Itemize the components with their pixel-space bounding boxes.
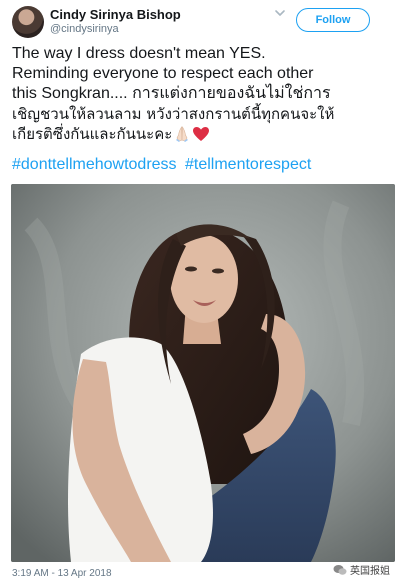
follow-button[interactable]: Follow	[296, 8, 370, 32]
tweet-timestamp[interactable]: 3:19 AM - 13 Apr 2018	[12, 568, 112, 579]
hashtags: #donttellmehowtodress #tellmentorespect	[12, 156, 315, 174]
display-name[interactable]: Cindy Sirinya Bishop	[50, 7, 181, 22]
tweet-line-text: เกียรติซึ่งกันและกันนะคะ	[12, 125, 173, 143]
tweet-text: The way I dress doesn't mean YES. Remind…	[12, 44, 396, 144]
watermark: 英国报姐	[333, 562, 390, 577]
hashtag-link[interactable]: #tellmentorespect	[185, 156, 311, 173]
wechat-icon	[333, 564, 347, 575]
heart-icon	[193, 127, 210, 141]
watermark-text: 英国报姐	[350, 566, 390, 577]
hashtag-link[interactable]: #donttellmehowtodress	[12, 156, 177, 173]
photo-of-woman	[11, 184, 395, 562]
tweet-line-last: เกียรติซึ่งกันและกันนะคะ	[12, 124, 396, 144]
folded-hands-icon	[176, 126, 189, 142]
tweet-line: เชิญชวนให้ลวนลาม หวังว่าสงกรานต์นี้ทุกคน…	[12, 105, 335, 123]
avatar[interactable]	[12, 6, 44, 38]
tweet-header: Cindy Sirinya Bishop @cindysirinya Follo…	[0, 0, 406, 44]
user-handle[interactable]: @cindysirinya	[50, 23, 119, 35]
tweet-line: this Songkran.... การแต่งกายของฉันไม่ใช่…	[12, 85, 331, 102]
tweet-photo[interactable]	[11, 184, 395, 562]
tweet-line: Reminding everyone to respect each other	[12, 65, 314, 82]
tweet-line: The way I dress doesn't mean YES.	[12, 45, 266, 62]
chevron-down-icon[interactable]	[272, 6, 288, 20]
